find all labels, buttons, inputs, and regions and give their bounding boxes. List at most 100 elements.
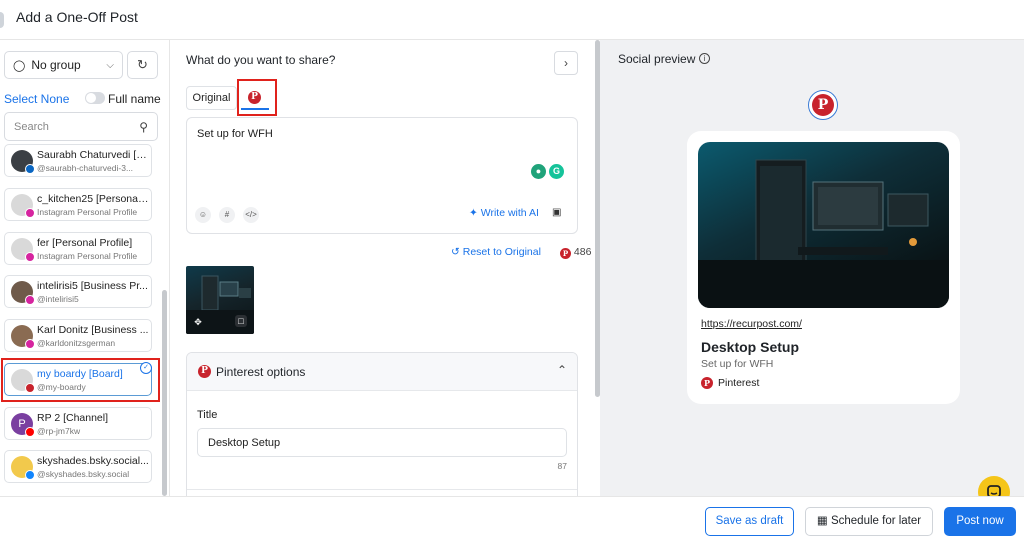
account-name: Karl Donitz [Business ... [37,324,149,336]
search-field[interactable]: Search ⚲ [4,112,158,141]
page-title: Add a One-Off Post [16,9,138,25]
char-counter: P 486 [560,246,591,259]
instagram-icon [25,339,35,349]
media-thumbnail[interactable]: ✥ □ [186,266,254,334]
account-item[interactable]: P RP 2 [Channel] @rp-jm7kw [4,407,152,440]
group-select[interactable]: ◯ No group ⌵ [4,51,123,79]
chat-button[interactable] [978,476,1010,496]
preview-source-label: Pinterest [718,377,760,389]
account-handle: @karldonitzsgerman [37,338,116,348]
search-input[interactable]: Search [14,121,49,133]
account-item[interactable]: c_kitchen25 [Personal ... Instagram Pers… [4,188,152,221]
pin-preview-image [698,142,949,308]
full-name-label: Full name [108,92,161,106]
tab-original[interactable]: Original [186,86,237,110]
refresh-icon: ↻ [137,57,148,72]
expand-button[interactable]: › [554,51,578,75]
account-handle: @saurabh-chaturvedi-3... [37,163,134,173]
composer-panel: What do you want to share? › Original P … [170,40,600,496]
account-item[interactable]: fer [Personal Profile] Instagram Persona… [4,232,152,265]
post-now-button[interactable]: Post now [944,507,1016,536]
chevron-down-icon: ⌵ [106,59,114,71]
info-icon[interactable]: i [699,53,710,64]
schedule-later-button[interactable]: ▦ Schedule for later [805,507,933,536]
account-name: skyshades.bsky.social... [37,455,149,467]
instagram-icon [25,208,35,218]
user-group-icon: ◯ [13,59,26,72]
chat-icon [987,485,1001,496]
instagram-icon [25,295,35,305]
save-draft-button[interactable]: Save as draft [705,507,794,536]
sparkle-icon: ✦ [469,207,478,219]
pinterest-options-header[interactable]: P Pinterest options ⌃ [187,353,577,391]
editor-toolbar: ☺ # </> [195,207,259,223]
account-item[interactable]: intelirisi5 [Business Pr... @intelirisi5 [4,275,152,308]
divider [187,489,577,490]
preview-source: P Pinterest [701,377,759,389]
composer-heading: What do you want to share? [186,53,336,67]
page-header: Add a One-Off Post [0,0,1024,40]
pinterest-icon: P [812,94,834,116]
pinterest-icon: P [198,365,211,378]
preview-network-selector[interactable]: P [808,90,838,120]
post-editor[interactable]: Set up for WFH ● G ☺ # </> ✦ Write with … [186,117,578,234]
account-handle: @rp-jm7kw [37,426,81,436]
preview-pin-title: Desktop Setup [701,339,800,355]
preview-panel: Social preview i P https://recurpost.com… [600,40,1024,496]
account-name: c_kitchen25 [Personal ... [37,193,149,205]
footer-bar: Save as draft ▦ Schedule for later Post … [0,496,1024,543]
group-select-label: No group [31,58,81,72]
account-name: RP 2 [Channel] [37,412,109,424]
account-item[interactable]: Karl Donitz [Business ... @karldonitzsge… [4,319,152,352]
media-icon[interactable]: ▣ [552,207,566,221]
write-ai-button[interactable]: ✦ Write with AI [469,207,539,219]
char-count: 486 [573,246,592,258]
highlight-box [237,79,277,116]
account-name: fer [Personal Profile] [37,237,133,249]
pinterest-options-section: P Pinterest options ⌃ Title Desktop Setu… [186,352,578,496]
preview-description: Set up for WFH [701,358,774,370]
linkedin-icon [25,164,35,174]
write-ai-label: Write with AI [480,207,539,219]
refresh-button[interactable]: ↻ [127,51,158,79]
hashtag-icon[interactable]: # [219,207,235,223]
title-label: Title [197,409,218,421]
preview-title: Social preview [618,52,696,66]
highlight-box [1,358,160,402]
title-input[interactable]: Desktop Setup [197,428,567,457]
pinterest-options-label: Pinterest options [216,365,306,379]
pinterest-icon: P [560,248,571,259]
account-handle: Instagram Personal Profile [37,207,138,217]
reset-label: Reset to Original [462,246,541,258]
account-item[interactable]: skyshades.bsky.social... @skyshades.bsky… [4,450,152,483]
calendar-icon: ▦ [816,515,828,527]
comment-icon[interactable]: □ [235,315,247,327]
pin-preview-card: https://recurpost.com/ Desktop Setup Set… [687,131,960,404]
account-name: intelirisi5 [Business Pr... [37,280,148,292]
account-sidebar: ◯ No group ⌵ ↻ Select None Full name Sea… [0,40,170,496]
account-handle: @intelirisi5 [37,294,79,304]
chevron-right-icon: › [564,56,568,70]
schedule-later-label: Schedule for later [830,515,922,527]
code-icon[interactable]: </> [243,207,259,223]
move-icon[interactable]: ✥ [192,316,204,328]
select-none-link[interactable]: Select None [4,92,69,106]
instagram-icon [25,252,35,262]
bluesky-icon [25,470,35,480]
full-name-toggle[interactable] [85,92,105,104]
account-name: Saurabh Chaturvedi [P... [37,149,149,161]
pinterest-icon: P [701,377,713,389]
youtube-icon [25,427,35,437]
emoji-icon[interactable]: ☺ [195,207,211,223]
sidebar-scrollbar[interactable] [162,290,167,496]
chevron-up-icon[interactable]: ⌃ [557,363,567,377]
grammarly-icon[interactable]: G [549,164,564,179]
reset-original-button[interactable]: ↺ Reset to Original [451,246,541,258]
title-char-count: 87 [557,461,567,471]
preview-url[interactable]: https://recurpost.com/ [701,318,802,330]
bulb-icon[interactable]: ● [531,164,546,179]
search-icon: ⚲ [139,119,148,134]
post-text[interactable]: Set up for WFH [197,128,273,140]
desk-setup-image [698,159,949,308]
account-item[interactable]: Saurabh Chaturvedi [P... @saurabh-chatur… [4,144,152,177]
